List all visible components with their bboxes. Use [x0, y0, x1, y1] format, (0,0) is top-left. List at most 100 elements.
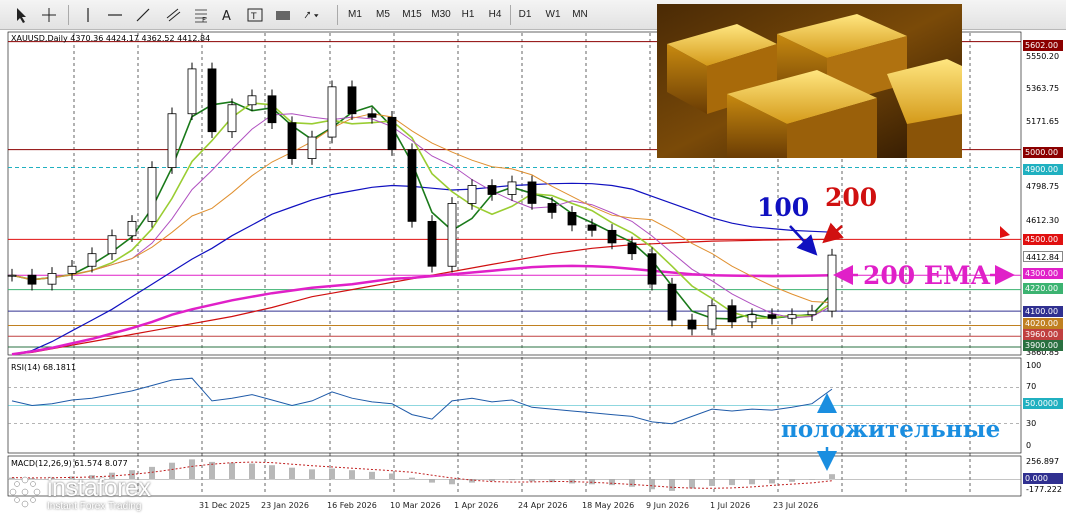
candle-body — [167, 113, 177, 168]
date-label: 31 Dec 2025 — [199, 501, 251, 510]
candle-body — [447, 203, 457, 267]
price-tag-4100: 4100.00 — [1023, 306, 1063, 317]
macd-histogram-bar — [169, 462, 175, 480]
candle-body — [807, 310, 817, 316]
rsi-axis-label: 0 — [1026, 441, 1032, 450]
gold-bars-photo — [657, 4, 962, 158]
candle-body — [707, 305, 717, 330]
annotation-positive: положительные — [781, 416, 1001, 443]
candle-body — [7, 274, 17, 277]
candle-body — [107, 235, 117, 255]
macd-histogram-bar — [449, 479, 455, 485]
macd-histogram-bar — [749, 479, 755, 485]
symbol-header: XAUUSD,Daily 4370.36 4424.17 4362.52 441… — [11, 34, 211, 43]
macd-histogram-bar — [389, 473, 395, 480]
macd-histogram-bar — [629, 479, 635, 487]
candle-body — [407, 149, 417, 222]
price-tag-4300: 4300.00 — [1023, 268, 1063, 279]
candle-body — [627, 242, 637, 255]
candle-body — [467, 185, 477, 204]
candle-body — [367, 113, 377, 118]
macd-histogram-bar — [789, 479, 795, 482]
price-tag-4220: 4220.00 — [1023, 283, 1063, 294]
price-tag-4500: 4500.00 — [1023, 234, 1063, 245]
price-axis-label: 5363.75 — [1026, 84, 1060, 93]
macd-histogram-bar — [489, 479, 495, 481]
price-tag-4900: 4900.00 — [1023, 164, 1063, 175]
macd-pane-frame — [7, 455, 1022, 497]
macd-header: MACD(12,26,9) 61.574 8.077 — [11, 459, 128, 468]
macd-histogram-bar — [369, 471, 375, 480]
price-axis-label: 5550.20 — [1026, 52, 1060, 61]
candle-body — [327, 86, 337, 138]
price-axis-label: 5171.65 — [1026, 117, 1060, 126]
candle-body — [667, 283, 677, 321]
candle-body — [487, 185, 497, 195]
candle-body — [827, 254, 837, 312]
date-label: 9 Jun 2026 — [646, 501, 690, 510]
annotation-100: 100 — [757, 193, 810, 222]
annotation-200-ema: 200 EMA — [863, 261, 991, 290]
macd-histogram-bar — [229, 462, 235, 480]
macd-histogram-bar — [589, 479, 595, 485]
macd-histogram-bar — [509, 479, 515, 481]
candle-body — [227, 104, 237, 133]
price-axis-label: 4798.75 — [1026, 182, 1060, 191]
rsi-level-50-tag: 50.0000 — [1023, 398, 1063, 409]
macd-histogram-bar — [729, 479, 735, 486]
logo-wordmark: instaforex — [47, 474, 151, 502]
macd-axis-label: 256.897 — [1026, 457, 1060, 466]
macd-histogram-bar — [429, 479, 435, 483]
candle-body — [287, 122, 297, 159]
macd-histogram-bar — [289, 467, 295, 480]
candle-body — [427, 220, 437, 267]
candle-body — [87, 253, 97, 267]
macd-histogram-bar — [809, 479, 815, 480]
macd-axis-label: -177.222 — [1026, 485, 1062, 494]
candle-body — [267, 95, 277, 124]
candle-body — [607, 229, 617, 244]
price-tag-5000: 5000.00 — [1023, 147, 1063, 158]
candle-body — [47, 273, 57, 285]
candle-body — [527, 181, 537, 204]
candle-body — [67, 265, 77, 274]
candle-body — [747, 314, 757, 323]
instaforex-logo-mark-icon — [9, 476, 41, 508]
candle-body — [247, 95, 257, 106]
macd-histogram-bar — [189, 459, 195, 480]
candle-body — [547, 203, 557, 213]
candle-body — [147, 167, 157, 222]
candle-body — [587, 224, 597, 231]
macd-histogram-bar — [769, 479, 775, 484]
macd-histogram-bar — [529, 479, 535, 482]
macd-histogram-bar — [269, 465, 275, 480]
candle-body — [767, 314, 777, 319]
price-tag-current: 4412.84 — [1023, 251, 1063, 262]
macd-histogram-bar — [309, 469, 315, 480]
candle-body — [27, 274, 37, 285]
macd-zero-tag: 0.000 — [1023, 473, 1063, 484]
candle-body — [347, 86, 357, 115]
rsi-axis-label: 70 — [1026, 382, 1037, 391]
date-label: 1 Apr 2026 — [454, 501, 499, 510]
candle-body — [687, 319, 697, 330]
price-tag-5602: 5602.00 — [1023, 40, 1063, 51]
price-tag-4020: 4020.00 — [1023, 318, 1063, 329]
date-label: 23 Jan 2026 — [261, 501, 309, 510]
rsi-header: RSI(14) 68.1811 — [11, 363, 77, 372]
price-tag-3960: 3960.00 — [1023, 329, 1063, 340]
date-label: 1 Jul 2026 — [710, 501, 751, 510]
date-label: 18 May 2026 — [582, 501, 635, 510]
rsi-axis-label: 30 — [1026, 419, 1037, 428]
macd-histogram-bar — [709, 479, 715, 486]
candle-body — [567, 212, 577, 226]
rsi-axis-label: 100 — [1026, 361, 1042, 370]
logo-tagline: Instant Forex Trading — [47, 501, 142, 512]
candle-body — [787, 314, 797, 319]
date-label: 16 Feb 2026 — [327, 501, 377, 510]
date-label: 24 Apr 2026 — [518, 501, 568, 510]
candle-body — [727, 305, 737, 323]
macd-histogram-bar — [329, 468, 335, 480]
macd-histogram-bar — [249, 463, 255, 480]
macd-histogram-bar — [409, 477, 415, 480]
